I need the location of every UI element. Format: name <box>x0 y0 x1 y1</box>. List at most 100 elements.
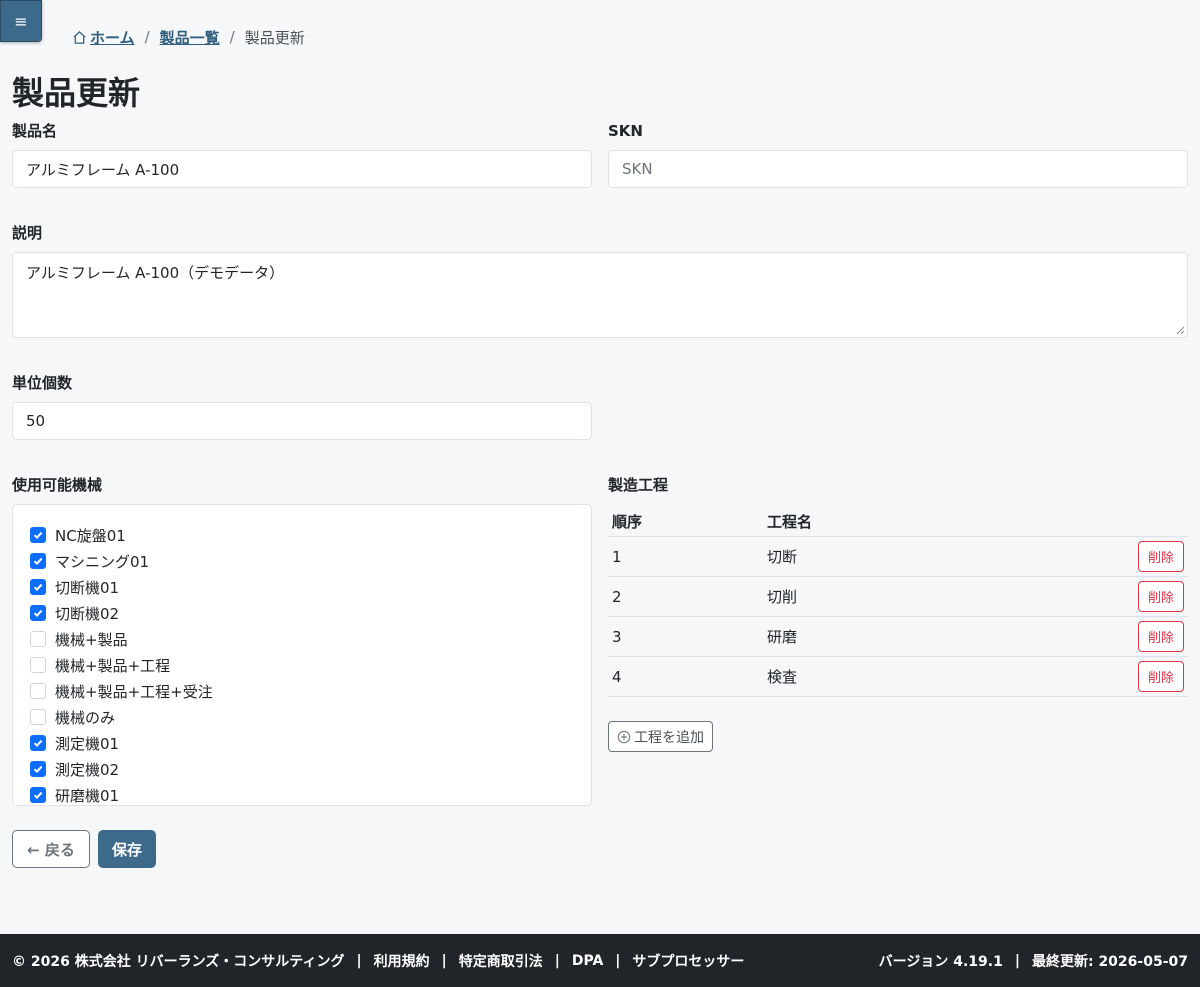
unit-count-label: 単位個数 <box>12 374 73 392</box>
delete-process-button[interactable]: 削除 <box>1138 621 1184 652</box>
machine-checkbox-row[interactable]: 測定機01 <box>13 730 591 756</box>
checkbox[interactable] <box>30 605 46 621</box>
machine-checkbox-label: 機械+製品+工程 <box>55 656 171 675</box>
resize-grip-icon[interactable] <box>1176 326 1185 335</box>
footer-link[interactable]: 特定商取引法 <box>459 951 543 971</box>
process-name: 検査 <box>767 668 798 686</box>
machine-checkbox-label: 機械+製品+工程+受注 <box>55 682 213 701</box>
process-row: 2 切削 削除 <box>608 577 1188 617</box>
process-row: 3 研磨 削除 <box>608 617 1188 657</box>
process-name: 研磨 <box>767 628 798 646</box>
plus-circle-icon <box>617 730 631 743</box>
checkbox[interactable] <box>30 579 46 595</box>
breadcrumb-separator: / <box>144 28 150 46</box>
machine-checkbox-row[interactable]: 測定機02 <box>13 756 591 782</box>
process-order: 1 <box>612 547 622 566</box>
product-name-input[interactable]: アルミフレーム A-100 <box>12 150 592 188</box>
checkbox[interactable] <box>30 527 46 543</box>
process-order: 2 <box>612 587 622 606</box>
machine-checkbox-row[interactable]: 切断機02 <box>13 600 591 626</box>
footer-version: バージョン 4.19.1 <box>878 953 1003 970</box>
description-label: 説明 <box>12 224 43 242</box>
checkbox[interactable] <box>30 787 46 803</box>
process-name: 切断 <box>767 548 798 566</box>
machines-label: 使用可能機械 <box>12 476 103 494</box>
check-icon <box>33 583 43 592</box>
machine-checkbox-row[interactable]: 研磨機01 <box>13 782 591 805</box>
process-order: 4 <box>612 667 622 686</box>
checkbox[interactable] <box>30 709 46 725</box>
footer-separator: | <box>1014 952 1020 969</box>
machine-checkbox-label: 測定機02 <box>55 760 120 779</box>
menu-icon: ≡ <box>14 11 28 31</box>
delete-process-button[interactable]: 削除 <box>1138 581 1184 612</box>
delete-process-button[interactable]: 削除 <box>1138 541 1184 572</box>
footer-copyright: © 2026 株式会社 リバーランズ・コンサルティング <box>12 953 345 970</box>
process-label: 製造工程 <box>608 476 669 494</box>
machine-checkbox-list[interactable]: NC旋盤01 マシニング01 切断機01 切断機02 機械+製品機械+製品+工程機械+製… <box>12 504 592 806</box>
footer-separator: | <box>441 952 447 969</box>
process-name: 切削 <box>767 588 798 606</box>
footer-last-updated: 最終更新: 2026-05-07 <box>1031 953 1188 970</box>
footer-link[interactable]: 利用規約 <box>374 951 430 971</box>
machine-checkbox-row[interactable]: 切断機01 <box>13 574 591 600</box>
order-column-header: 順序 <box>612 512 643 531</box>
check-icon <box>33 531 43 540</box>
breadcrumb-home-link[interactable]: ホーム <box>72 27 135 48</box>
machine-checkbox-label: 切断機01 <box>55 578 120 597</box>
checkbox[interactable] <box>30 683 46 699</box>
save-button[interactable]: 保存 <box>98 830 156 868</box>
skn-label: SKN <box>608 122 643 140</box>
machine-checkbox-row[interactable]: NC旋盤01 <box>13 522 591 548</box>
unit-count-input[interactable]: 50 <box>12 402 592 440</box>
process-order: 3 <box>612 627 622 646</box>
machine-checkbox-row[interactable]: 機械+製品 <box>13 626 591 652</box>
process-row: 4 検査 削除 <box>608 657 1188 697</box>
check-icon <box>33 557 43 566</box>
process-table-header: 順序 工程名 <box>608 506 1188 537</box>
machine-checkbox-label: 切断機02 <box>55 604 120 623</box>
footer-link[interactable]: サブプロセッサー <box>632 951 744 971</box>
machine-checkbox-label: 機械+製品 <box>55 630 128 649</box>
check-icon <box>33 739 43 748</box>
breadcrumb-separator: / <box>229 28 235 46</box>
process-table: 順序 工程名 1 切断 削除 2 切削 削除 3 研磨 削除 4 検査 削除 <box>608 506 1188 697</box>
checkbox[interactable] <box>30 761 46 777</box>
footer-separator: | <box>356 952 362 969</box>
machine-checkbox-label: 機械のみ <box>55 708 116 727</box>
description-textarea[interactable]: アルミフレーム A-100（デモデータ） <box>12 252 1188 338</box>
description-text: アルミフレーム A-100（デモデータ） <box>26 264 285 282</box>
breadcrumb: ホーム / 製品一覧 / 製品更新 <box>72 27 305 47</box>
checkbox[interactable] <box>30 553 46 569</box>
add-process-button[interactable]: 工程を追加 <box>608 721 713 752</box>
footer-link[interactable]: DPA <box>572 953 603 969</box>
product-name-label: 製品名 <box>12 122 58 140</box>
footer: © 2026 株式会社 リバーランズ・コンサルティング | 利用規約 | 特定商取引法… <box>0 934 1200 987</box>
delete-process-button[interactable]: 削除 <box>1138 661 1184 692</box>
machine-checkbox-label: 測定機01 <box>55 734 120 753</box>
checkbox[interactable] <box>30 735 46 751</box>
footer-separator: | <box>615 952 621 969</box>
page-title: 製品更新 <box>12 74 141 112</box>
back-button[interactable]: ← 戻る <box>12 830 90 868</box>
machine-checkbox-label: 研磨機01 <box>55 786 120 805</box>
checkbox[interactable] <box>30 657 46 673</box>
machine-checkbox-row[interactable]: 機械+製品+工程+受注 <box>13 678 591 704</box>
breadcrumb-current: 製品更新 <box>244 28 305 47</box>
machine-checkbox-label: マシニング01 <box>55 552 150 571</box>
process-name-column-header: 工程名 <box>767 512 813 531</box>
machine-checkbox-row[interactable]: マシニング01 <box>13 548 591 574</box>
check-icon <box>33 791 43 800</box>
breadcrumb-product-list-link[interactable]: 製品一覧 <box>160 27 220 48</box>
skn-input[interactable]: SKN <box>608 150 1188 188</box>
process-row: 1 切断 削除 <box>608 537 1188 577</box>
checkbox[interactable] <box>30 631 46 647</box>
check-icon <box>33 609 43 618</box>
home-icon <box>73 30 86 44</box>
machine-checkbox-label: NC旋盤01 <box>55 526 126 545</box>
check-icon <box>33 765 43 774</box>
machine-checkbox-row[interactable]: 機械+製品+工程 <box>13 652 591 678</box>
machine-checkbox-row[interactable]: 機械のみ <box>13 704 591 730</box>
footer-separator: | <box>554 952 560 969</box>
menu-toggle-button[interactable]: ≡ <box>0 0 42 42</box>
